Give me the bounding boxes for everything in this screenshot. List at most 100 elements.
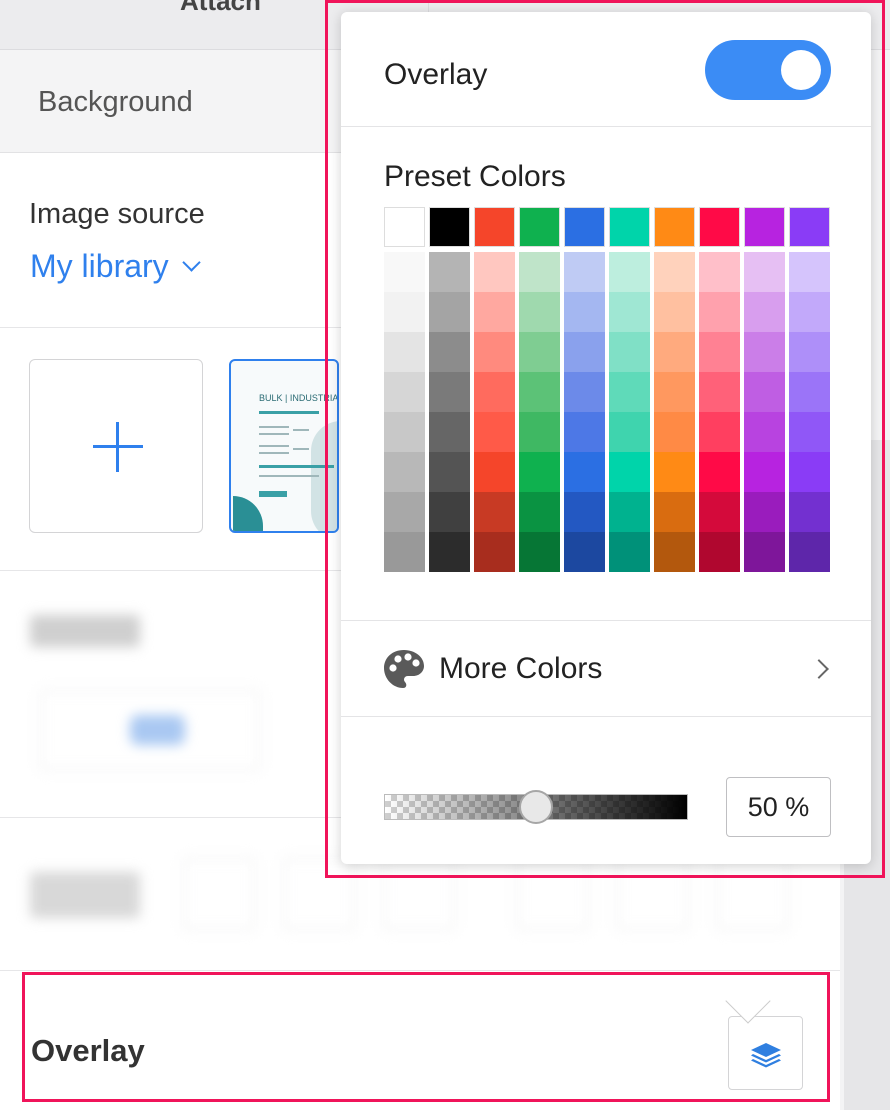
color-swatch[interactable] bbox=[609, 412, 650, 452]
color-swatch[interactable] bbox=[519, 532, 560, 572]
color-swatch[interactable] bbox=[699, 372, 740, 412]
color-swatch[interactable] bbox=[384, 207, 425, 247]
color-swatch[interactable] bbox=[429, 207, 470, 247]
image-thumbnail[interactable]: BULK | INDUSTRIAL ORDER bbox=[229, 359, 339, 533]
color-swatch[interactable] bbox=[384, 532, 425, 572]
color-swatch[interactable] bbox=[609, 207, 650, 247]
color-swatch[interactable] bbox=[744, 412, 785, 452]
color-swatch[interactable] bbox=[564, 492, 605, 532]
color-swatch[interactable] bbox=[654, 492, 695, 532]
color-swatch[interactable] bbox=[384, 332, 425, 372]
color-swatch[interactable] bbox=[744, 372, 785, 412]
color-swatch[interactable] bbox=[789, 332, 830, 372]
color-swatch[interactable] bbox=[384, 252, 425, 292]
color-swatch[interactable] bbox=[699, 412, 740, 452]
color-swatch[interactable] bbox=[519, 252, 560, 292]
color-swatch[interactable] bbox=[609, 492, 650, 532]
color-swatch[interactable] bbox=[384, 492, 425, 532]
overlay-color-button[interactable] bbox=[728, 1016, 803, 1090]
color-swatch[interactable] bbox=[699, 252, 740, 292]
color-swatch[interactable] bbox=[384, 452, 425, 492]
opacity-slider-handle[interactable] bbox=[519, 790, 553, 824]
color-swatch[interactable] bbox=[789, 532, 830, 572]
color-swatch[interactable] bbox=[654, 252, 695, 292]
image-source-dropdown[interactable]: My library bbox=[30, 248, 201, 285]
color-swatch[interactable] bbox=[564, 207, 605, 247]
opacity-input[interactable]: 50 % bbox=[726, 777, 831, 837]
color-swatch[interactable] bbox=[564, 332, 605, 372]
color-swatch[interactable] bbox=[744, 332, 785, 372]
color-swatch[interactable] bbox=[744, 292, 785, 332]
color-swatch[interactable] bbox=[789, 252, 830, 292]
color-swatch[interactable] bbox=[474, 412, 515, 452]
blurred-control bbox=[130, 715, 185, 745]
color-swatch[interactable] bbox=[654, 452, 695, 492]
color-swatch[interactable] bbox=[654, 207, 695, 247]
color-swatch[interactable] bbox=[519, 207, 560, 247]
color-swatch[interactable] bbox=[429, 252, 470, 292]
color-swatch[interactable] bbox=[564, 252, 605, 292]
color-swatch[interactable] bbox=[474, 532, 515, 572]
add-image-button[interactable] bbox=[29, 359, 203, 533]
color-swatch[interactable] bbox=[654, 412, 695, 452]
color-swatch[interactable] bbox=[609, 452, 650, 492]
color-swatch[interactable] bbox=[519, 372, 560, 412]
color-swatch[interactable] bbox=[429, 332, 470, 372]
color-swatch[interactable] bbox=[789, 372, 830, 412]
color-swatch[interactable] bbox=[474, 492, 515, 532]
color-swatch[interactable] bbox=[564, 412, 605, 452]
color-swatch[interactable] bbox=[744, 492, 785, 532]
overlay-toggle[interactable] bbox=[705, 40, 831, 100]
color-swatch[interactable] bbox=[789, 292, 830, 332]
color-swatch[interactable] bbox=[654, 332, 695, 372]
color-swatch[interactable] bbox=[699, 207, 740, 247]
color-swatch[interactable] bbox=[429, 532, 470, 572]
color-swatch[interactable] bbox=[699, 292, 740, 332]
color-swatch[interactable] bbox=[564, 372, 605, 412]
color-swatch[interactable] bbox=[384, 412, 425, 452]
color-swatch[interactable] bbox=[744, 452, 785, 492]
color-swatch[interactable] bbox=[654, 532, 695, 572]
color-swatch[interactable] bbox=[609, 372, 650, 412]
color-swatch[interactable] bbox=[519, 412, 560, 452]
tab-background[interactable]: Background bbox=[38, 86, 193, 119]
color-swatch[interactable] bbox=[519, 452, 560, 492]
color-swatch[interactable] bbox=[789, 207, 830, 247]
color-swatch[interactable] bbox=[474, 252, 515, 292]
color-swatch[interactable] bbox=[564, 292, 605, 332]
color-swatch[interactable] bbox=[744, 252, 785, 292]
color-swatch[interactable] bbox=[429, 292, 470, 332]
color-swatch[interactable] bbox=[699, 452, 740, 492]
color-swatch[interactable] bbox=[384, 292, 425, 332]
color-swatch[interactable] bbox=[474, 372, 515, 412]
color-swatch[interactable] bbox=[474, 452, 515, 492]
color-swatch[interactable] bbox=[519, 332, 560, 372]
color-swatch[interactable] bbox=[429, 492, 470, 532]
color-swatch[interactable] bbox=[519, 292, 560, 332]
color-swatch[interactable] bbox=[564, 452, 605, 492]
color-swatch[interactable] bbox=[789, 492, 830, 532]
color-swatch[interactable] bbox=[474, 292, 515, 332]
color-swatch[interactable] bbox=[699, 532, 740, 572]
color-swatch[interactable] bbox=[474, 207, 515, 247]
color-swatch[interactable] bbox=[744, 207, 785, 247]
color-swatch[interactable] bbox=[699, 332, 740, 372]
color-swatch[interactable] bbox=[609, 292, 650, 332]
color-swatch[interactable] bbox=[699, 492, 740, 532]
color-swatch[interactable] bbox=[609, 252, 650, 292]
color-swatch[interactable] bbox=[609, 532, 650, 572]
color-swatch[interactable] bbox=[429, 372, 470, 412]
color-swatch[interactable] bbox=[519, 492, 560, 532]
color-swatch[interactable] bbox=[789, 412, 830, 452]
color-swatch[interactable] bbox=[744, 532, 785, 572]
color-swatch[interactable] bbox=[384, 372, 425, 412]
color-swatch[interactable] bbox=[654, 372, 695, 412]
color-swatch[interactable] bbox=[654, 292, 695, 332]
color-swatch[interactable] bbox=[429, 452, 470, 492]
color-swatch[interactable] bbox=[474, 332, 515, 372]
color-swatch[interactable] bbox=[429, 412, 470, 452]
more-colors-button[interactable]: More Colors bbox=[341, 622, 871, 717]
color-swatch[interactable] bbox=[564, 532, 605, 572]
color-swatch[interactable] bbox=[789, 452, 830, 492]
color-swatch[interactable] bbox=[609, 332, 650, 372]
